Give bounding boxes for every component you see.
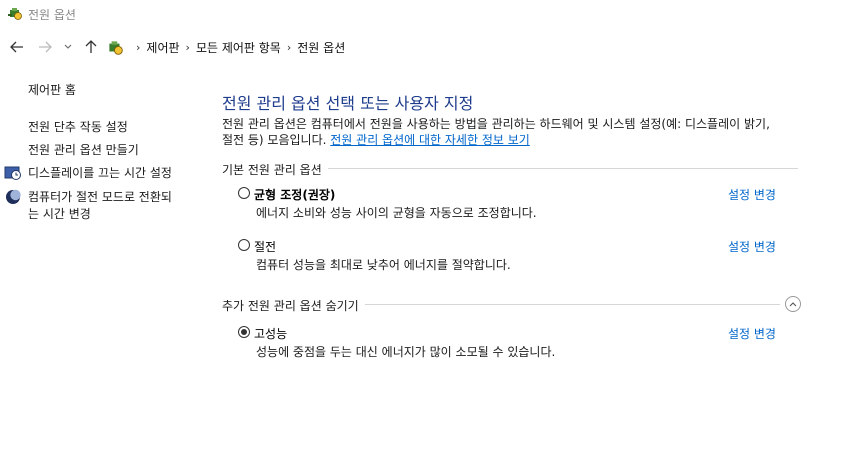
- plan-power-saver-name[interactable]: 절전: [254, 238, 276, 255]
- sidebar-item-create-plan[interactable]: 전원 관리 옵션 만들기: [28, 142, 139, 159]
- plan-power-saver-radio[interactable]: [238, 239, 250, 251]
- breadcrumb-separator-icon: ›: [136, 40, 141, 54]
- plan-high-performance-change-settings-link[interactable]: 설정 변경: [728, 325, 776, 342]
- extra-plans-heading: 추가 전원 관리 옵션 숨기기: [222, 297, 365, 314]
- up-button[interactable]: [82, 38, 100, 56]
- sidebar-item-sleep-time-line2: 는 시간 변경: [28, 207, 91, 221]
- plan-balanced-desc: 에너지 소비와 성능 사이의 균형을 자동으로 조정합니다.: [256, 206, 537, 220]
- basic-plans-heading: 기본 전원 관리 옵션: [222, 161, 328, 178]
- arrow-up-icon: [85, 40, 97, 53]
- sidebar-item-sleep-time[interactable]: 컴퓨터가 절전 모드로 전환되 는 시간 변경: [28, 189, 172, 223]
- plan-high-performance-name[interactable]: 고성능: [254, 325, 287, 342]
- description-line1: 전원 관리 옵션은 컴퓨터에서 전원을 사용하는 방법을 관리하는 하드웨어 및…: [222, 117, 770, 131]
- forward-button[interactable]: [36, 38, 54, 56]
- sidebar-item-sleep-time-line1: 컴퓨터가 절전 모드로 전환되: [28, 190, 172, 204]
- back-button[interactable]: [8, 38, 26, 56]
- sidebar-item-control-panel-home[interactable]: 제어판 홈: [28, 82, 76, 99]
- plan-balanced-change-settings-link[interactable]: 설정 변경: [728, 186, 776, 203]
- chevron-down-icon: [64, 44, 72, 49]
- plan-balanced-name[interactable]: 균형 조정(권장): [254, 186, 335, 203]
- collapse-extra-plans-button[interactable]: [785, 296, 801, 312]
- title-bar: 전원 옵션: [0, 0, 859, 28]
- breadcrumb-separator-icon: ›: [185, 40, 190, 54]
- address-bar[interactable]: › 제어판 › 모든 제어판 항목 › 전원 옵션: [103, 32, 859, 62]
- window-title: 전원 옵션: [28, 8, 76, 22]
- breadcrumb-control-panel[interactable]: 제어판: [146, 39, 179, 56]
- breadcrumb-all-items[interactable]: 모든 제어판 항목: [196, 39, 281, 56]
- sidebar-item-power-button-settings[interactable]: 전원 단추 작동 설정: [28, 119, 128, 136]
- plan-power-saver-desc: 컴퓨터 성능을 최대로 낮추어 에너지를 절약합니다.: [256, 258, 511, 272]
- navigation-bar: › 제어판 › 모든 제어판 항목 › 전원 옵션: [0, 32, 859, 62]
- plan-high-performance-desc: 성능에 중점을 두는 대신 에너지가 많이 소모될 수 있습니다.: [256, 345, 556, 359]
- clock-display-icon: [4, 166, 21, 180]
- learn-more-link[interactable]: 전원 관리 옵션에 대한 자세한 정보 보기: [330, 133, 530, 147]
- description-line2: 절전 등) 모음입니다.: [222, 133, 331, 147]
- power-options-icon: [8, 8, 22, 20]
- chevron-up-icon: [789, 302, 797, 307]
- arrow-right-icon: [39, 41, 52, 53]
- moon-sleep-icon: [6, 189, 21, 204]
- breadcrumb-separator-icon: ›: [286, 40, 292, 54]
- sidebar-item-display-off-time[interactable]: 디스플레이를 끄는 시간 설정: [28, 165, 172, 182]
- arrow-left-icon: [10, 41, 23, 53]
- breadcrumb-power-options[interactable]: 전원 옵션: [297, 39, 345, 56]
- page-title: 전원 관리 옵션 선택 또는 사용자 지정: [222, 94, 474, 113]
- plan-power-saver-change-settings-link[interactable]: 설정 변경: [728, 238, 776, 255]
- page-description: 전원 관리 옵션은 컴퓨터에서 전원을 사용하는 방법을 관리하는 하드웨어 및…: [222, 116, 812, 148]
- plan-high-performance-radio[interactable]: [238, 326, 250, 338]
- plan-balanced-radio[interactable]: [238, 187, 250, 199]
- recent-locations-button[interactable]: [62, 38, 74, 56]
- control-panel-icon: [109, 41, 123, 55]
